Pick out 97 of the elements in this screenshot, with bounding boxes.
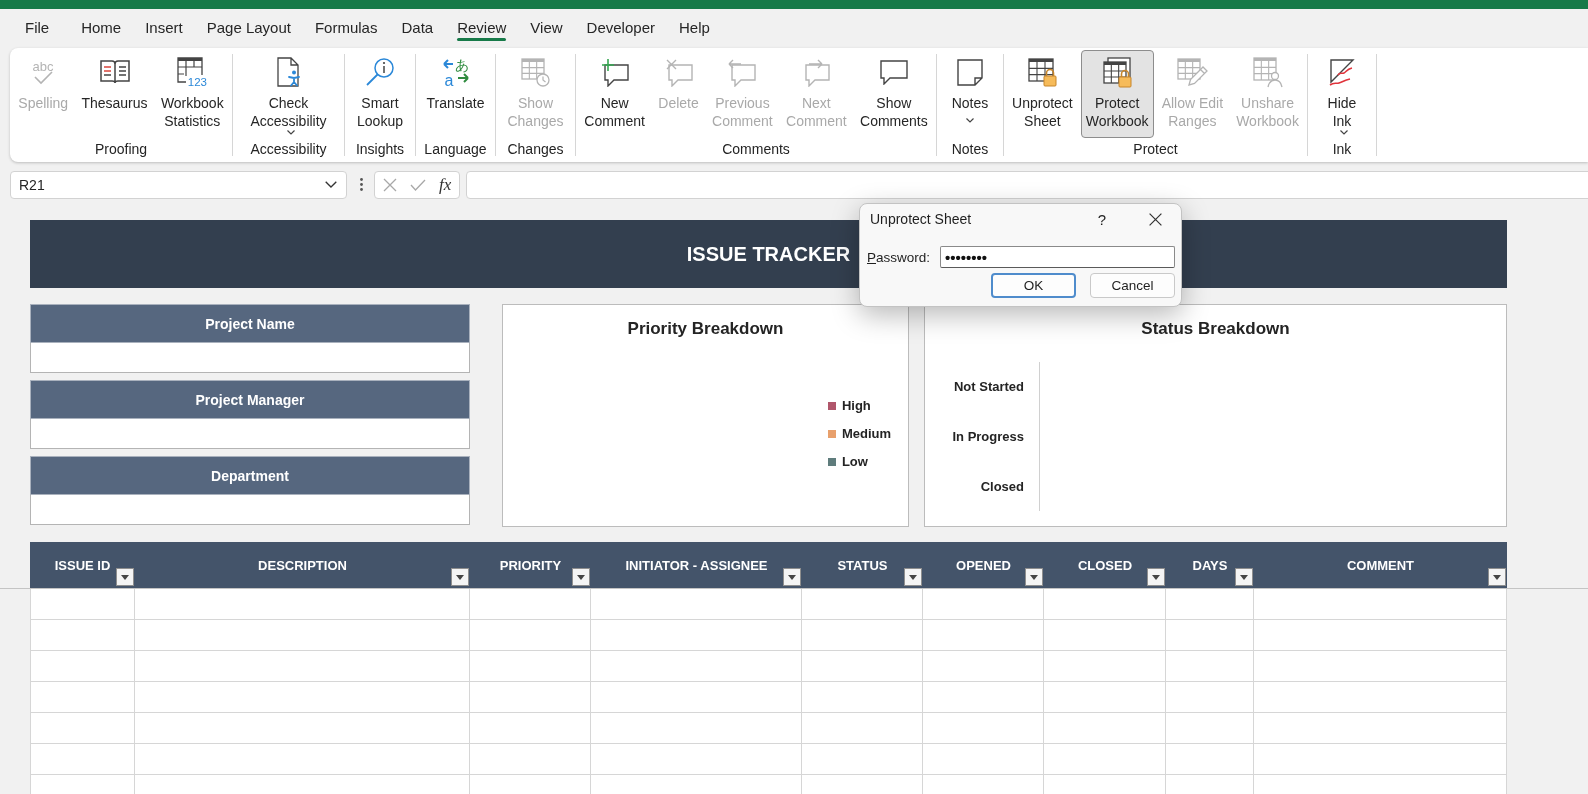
filter-dropdown-button[interactable] (116, 568, 134, 586)
chart-title: Status Breakdown (1141, 319, 1290, 339)
menu-tab[interactable]: Developer (574, 9, 667, 46)
workbook-statistics-button[interactable]: 123 Workbook Statistics (155, 50, 229, 138)
open-book-icon (99, 60, 130, 84)
legend-label: Medium (841, 425, 891, 443)
filter-dropdown-button[interactable] (572, 568, 590, 586)
protect-workbook-button[interactable]: Protect Workbook (1080, 50, 1154, 138)
info-header: Department (30, 456, 470, 495)
legend-label: High (841, 397, 871, 415)
group-label: Changes (507, 140, 564, 158)
close-icon (1148, 212, 1162, 226)
menu-tab[interactable]: Home (69, 9, 134, 46)
table-person-icon (1252, 56, 1283, 88)
comment-right-arrow-icon (802, 57, 831, 87)
column-header: STATUS (837, 557, 888, 573)
info-header: Project Manager (30, 380, 470, 419)
filter-dropdown-button[interactable] (1147, 568, 1165, 586)
filter-dropdown-button[interactable] (904, 568, 922, 586)
password-label: Password: (867, 249, 931, 265)
input-field[interactable] (30, 343, 470, 373)
dropdown-arrow-icon (1152, 574, 1160, 580)
filter-dropdown-button[interactable] (451, 568, 469, 586)
input-field[interactable] (30, 419, 470, 449)
comment-left-arrow-icon (728, 57, 757, 87)
speech-bubble-icon (879, 59, 908, 85)
group-label: Insights (355, 140, 405, 158)
group-label: Notes (951, 140, 989, 158)
filter-dropdown-button[interactable] (783, 568, 801, 586)
check-accessibility-button[interactable]: Check Accessibility (245, 50, 332, 138)
dropdown-arrow-icon (909, 574, 917, 580)
password-field[interactable]: •••••••• (940, 246, 1175, 268)
table-clock-icon (521, 57, 550, 87)
info-header: Project Name (30, 304, 470, 343)
menu-tab[interactable]: Help (666, 9, 722, 46)
group-label: Accessibility (250, 140, 327, 158)
menu-tab[interactable]: Page Layout (194, 9, 303, 46)
comment-plus-icon (600, 57, 629, 87)
filter-dropdown-button[interactable] (1025, 568, 1043, 586)
insert-function-button[interactable]: fx (439, 174, 452, 195)
filter-dropdown-button[interactable] (1488, 568, 1506, 586)
chevron-down-icon (325, 181, 337, 188)
document-person-icon (277, 57, 300, 87)
unprotect-sheet-button[interactable]: Unprotect Sheet (1007, 50, 1078, 138)
dropdown-arrow-icon (788, 574, 796, 580)
column-header: COMMENT (1346, 557, 1415, 573)
stacked-tables-lock-icon (1102, 56, 1132, 88)
group-label: Language (424, 140, 487, 158)
menu-tab[interactable]: Data (389, 9, 446, 46)
vertical-dots-icon[interactable] (360, 178, 363, 191)
show-comments-button[interactable]: Show Comments (855, 50, 933, 138)
column-header: PRIORITY (499, 557, 562, 573)
table-pencil-icon (1176, 58, 1208, 86)
dialog-button[interactable]: OK (991, 273, 1076, 298)
smart-lookup-button[interactable]: Smart Lookup (352, 50, 408, 138)
check-icon[interactable] (410, 178, 426, 191)
dropdown-arrow-icon (121, 574, 129, 580)
column-header: OPENED (956, 557, 1011, 573)
legend-label: Low (841, 453, 868, 471)
group-label: Proofing (94, 140, 148, 158)
group-label: Ink (1332, 140, 1352, 158)
column-header: DESCRIPTION (258, 557, 347, 573)
column-header: ISSUE ID (54, 557, 111, 573)
triangle-squiggle-icon (1329, 57, 1355, 87)
dropdown-arrow-icon (1030, 574, 1038, 580)
new-comment-button[interactable]: New Comment (579, 50, 650, 138)
dropdown-arrow-icon (577, 574, 585, 580)
dropdown-arrow-icon (1493, 574, 1501, 580)
column-header: CLOSED (1077, 557, 1133, 573)
filter-dropdown-button[interactable] (1235, 568, 1253, 586)
menu-tab[interactable]: Review (445, 9, 519, 46)
dropdown-arrow-icon (456, 574, 464, 580)
sticky-note-icon (957, 58, 983, 86)
formula-input[interactable] (466, 170, 1588, 199)
thesaurus-button[interactable]: Thesaurus (76, 50, 153, 138)
axis-label: Not Started (953, 379, 1024, 395)
hide-ink-button[interactable]: Hide Ink (1322, 50, 1362, 138)
axis-label: Closed (980, 478, 1024, 494)
menu-tab[interactable]: View (518, 9, 575, 46)
magnifier-info-icon (366, 58, 394, 86)
axis-label: In Progress (952, 429, 1024, 444)
dialog-button[interactable]: Cancel (1090, 273, 1175, 298)
name-box[interactable]: R21 (10, 170, 347, 199)
menu-tab[interactable]: Formulas (302, 9, 390, 46)
input-field[interactable] (30, 495, 470, 525)
comment-x-icon (664, 57, 693, 87)
dropdown-arrow-icon (1240, 574, 1248, 580)
menu-tab[interactable]: File (13, 9, 62, 46)
notes-button[interactable]: Notes (946, 50, 994, 138)
column-header: DAYS (1192, 557, 1228, 573)
group-label: Comments (722, 140, 790, 158)
group-label: Protect (1133, 140, 1178, 158)
menu-tab[interactable]: Insert (133, 9, 195, 46)
translate-button[interactable]: あ a Translate (421, 50, 490, 138)
column-header: INITIATOR - ASSIGNEE (625, 557, 768, 573)
table-lock-icon (1027, 57, 1057, 87)
chart-title: Priority Breakdown (627, 319, 784, 339)
